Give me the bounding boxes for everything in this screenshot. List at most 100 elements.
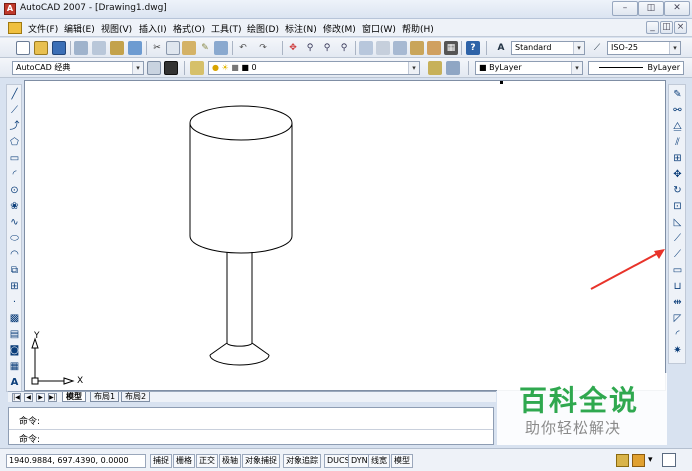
point-icon[interactable]: ·	[8, 296, 21, 309]
mirror-icon[interactable]: ⧋	[671, 120, 684, 133]
join-icon[interactable]: ⇹	[671, 296, 684, 309]
markup-icon[interactable]	[427, 41, 441, 55]
menu-insert[interactable]: 插入(I)	[139, 22, 167, 35]
make-block-icon[interactable]: ⊞	[8, 280, 21, 293]
ellipse-arc-icon[interactable]: ◠	[8, 248, 21, 261]
sheet-set-icon[interactable]	[410, 41, 424, 55]
plot-icon[interactable]	[74, 41, 88, 55]
explode-icon[interactable]: ✷	[671, 344, 684, 357]
drawing-canvas[interactable]: Y X	[24, 80, 666, 391]
workspace-dropdown[interactable]: AutoCAD 经典 ▾	[12, 61, 144, 75]
workspace-save-icon[interactable]	[164, 61, 178, 75]
break-icon[interactable]: ⊔	[671, 280, 684, 293]
zoom-realtime-icon[interactable]: ⚲	[303, 41, 317, 55]
text-style-dropdown[interactable]: Standard ▾	[511, 41, 585, 55]
doc-restore-button[interactable]: ◫	[660, 21, 673, 34]
block-editor-icon[interactable]	[214, 41, 228, 55]
revision-cloud-icon[interactable]: ❀	[8, 200, 21, 213]
insert-block-icon[interactable]: ⧉	[8, 264, 21, 277]
extend-icon[interactable]: ⟋	[671, 248, 684, 261]
dim-style-dropdown[interactable]: ISO-25 ▾	[607, 41, 681, 55]
document-icon[interactable]	[8, 22, 22, 34]
linetype-dropdown[interactable]: ByLayer	[588, 61, 684, 75]
layer-dropdown[interactable]: ● ☀ ■ ■ 0 ▾	[208, 61, 420, 75]
tool-palettes-icon[interactable]	[393, 41, 407, 55]
menu-tools[interactable]: 工具(T)	[211, 22, 242, 35]
next-tab-button[interactable]: ▶	[36, 393, 45, 402]
make-object-layer-current-icon[interactable]	[428, 61, 442, 75]
tab-model[interactable]: 模型	[62, 392, 86, 402]
3d-dwf-icon[interactable]	[128, 41, 142, 55]
otrack-toggle[interactable]: 对象追踪	[283, 454, 321, 468]
zoom-window-icon[interactable]: ⚲	[320, 41, 334, 55]
clean-screen-icon[interactable]	[662, 453, 676, 467]
first-tab-button[interactable]: |◀	[12, 393, 21, 402]
help-icon[interactable]: ?	[466, 41, 480, 55]
plot-preview-icon[interactable]	[92, 41, 106, 55]
calculator-icon[interactable]: ▦	[444, 41, 458, 55]
menu-draw[interactable]: 绘图(D)	[247, 22, 279, 35]
hatch-icon[interactable]: ▩	[8, 312, 21, 325]
doc-close-button[interactable]: ×	[674, 21, 687, 34]
rectangle-icon[interactable]: ▭	[8, 152, 21, 165]
new-icon[interactable]	[16, 41, 30, 55]
construction-line-icon[interactable]: ⟋	[8, 104, 21, 117]
command-input[interactable]: 命令:	[19, 432, 40, 445]
menu-help[interactable]: 帮助(H)	[402, 22, 434, 35]
layer-manager-icon[interactable]	[190, 61, 204, 75]
restore-button[interactable]: ◫	[638, 1, 664, 16]
menu-view[interactable]: 视图(V)	[101, 22, 132, 35]
spline-icon[interactable]: ∿	[8, 216, 21, 229]
close-button[interactable]: ✕	[664, 1, 690, 16]
ellipse-icon[interactable]: ⬭	[8, 232, 21, 245]
workspace-settings-icon[interactable]	[147, 61, 161, 75]
menu-dimension[interactable]: 标注(N)	[285, 22, 317, 35]
rotate-icon[interactable]: ↻	[671, 184, 684, 197]
paste-icon[interactable]	[182, 41, 196, 55]
cut-icon[interactable]: ✂	[150, 41, 164, 55]
menu-window[interactable]: 窗口(W)	[362, 22, 396, 35]
chamfer-icon[interactable]: ◸	[671, 312, 684, 325]
erase-icon[interactable]: ✎	[671, 88, 684, 101]
break-at-point-icon[interactable]: ▭	[671, 264, 684, 277]
save-icon[interactable]	[52, 41, 66, 55]
osnap-toggle[interactable]: 对象捕捉	[242, 454, 280, 468]
trim-icon[interactable]: ⟋	[671, 232, 684, 245]
pan-icon[interactable]: ✥	[286, 41, 300, 55]
move-icon[interactable]: ✥	[671, 168, 684, 181]
polygon-icon[interactable]: ⬠	[8, 136, 21, 149]
autocad-app-icon[interactable]: A	[4, 3, 16, 15]
menu-modify[interactable]: 修改(M)	[323, 22, 356, 35]
lineweight-toggle[interactable]: 线宽	[368, 454, 390, 468]
tab-layout1[interactable]: 布局1	[90, 392, 120, 402]
polyline-icon[interactable]: ⤴	[8, 120, 21, 133]
grid-toggle[interactable]: 栅格	[173, 454, 195, 468]
gradient-icon[interactable]: ▤	[8, 328, 21, 341]
prev-tab-button[interactable]: ◀	[24, 393, 33, 402]
layer-previous-icon[interactable]	[446, 61, 460, 75]
snap-toggle[interactable]: 捕捉	[150, 454, 172, 468]
copy-object-icon[interactable]: ⚯	[671, 104, 684, 117]
menu-format[interactable]: 格式(O)	[173, 22, 205, 35]
last-tab-button[interactable]: ▶|	[48, 393, 57, 402]
offset-icon[interactable]: ⫽	[671, 136, 684, 149]
region-icon[interactable]: ◙	[8, 344, 21, 357]
menu-edit[interactable]: 编辑(E)	[64, 22, 95, 35]
redo-icon[interactable]: ↷	[256, 41, 270, 55]
command-window[interactable]: 命令: 命令:	[8, 407, 494, 445]
scale-icon[interactable]: ⊡	[671, 200, 684, 213]
menu-file[interactable]: 文件(F)	[28, 22, 58, 35]
model-toggle[interactable]: 模型	[391, 454, 413, 468]
color-dropdown[interactable]: ■ ByLayer ▾	[475, 61, 583, 75]
multiline-text-icon[interactable]: A	[8, 376, 21, 389]
properties-icon[interactable]	[359, 41, 373, 55]
copy-icon[interactable]	[166, 41, 180, 55]
polar-toggle[interactable]: 极轴	[219, 454, 241, 468]
ortho-toggle[interactable]: 正交	[196, 454, 218, 468]
minimize-button[interactable]: –	[612, 1, 638, 16]
toolbar-lock-icon[interactable]	[632, 454, 645, 467]
publish-icon[interactable]	[110, 41, 124, 55]
arc-icon[interactable]: ◜	[8, 168, 21, 181]
doc-minimize-button[interactable]: _	[646, 21, 659, 34]
table-icon[interactable]: ▦	[8, 360, 21, 373]
